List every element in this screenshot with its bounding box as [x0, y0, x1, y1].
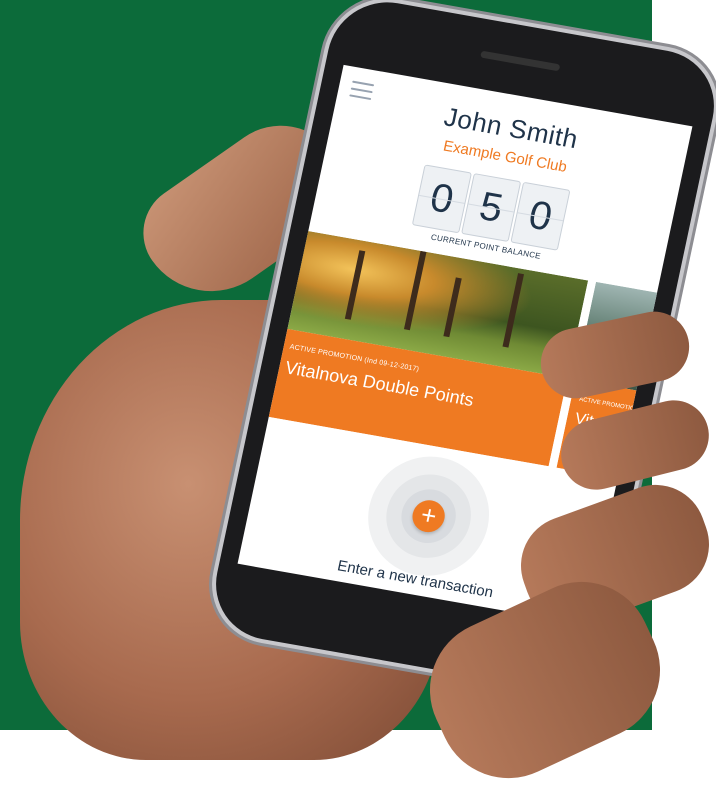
counter-digit: 0 [510, 181, 571, 251]
tree-shape [443, 277, 462, 338]
tree-shape [502, 273, 525, 348]
tree-shape [344, 250, 366, 320]
tree-shape [403, 250, 427, 331]
promotion-card[interactable]: ACTIVE PROMOTION (Ind 09-12-2017) Vitaln… [262, 230, 589, 467]
phone-speaker [480, 50, 561, 72]
